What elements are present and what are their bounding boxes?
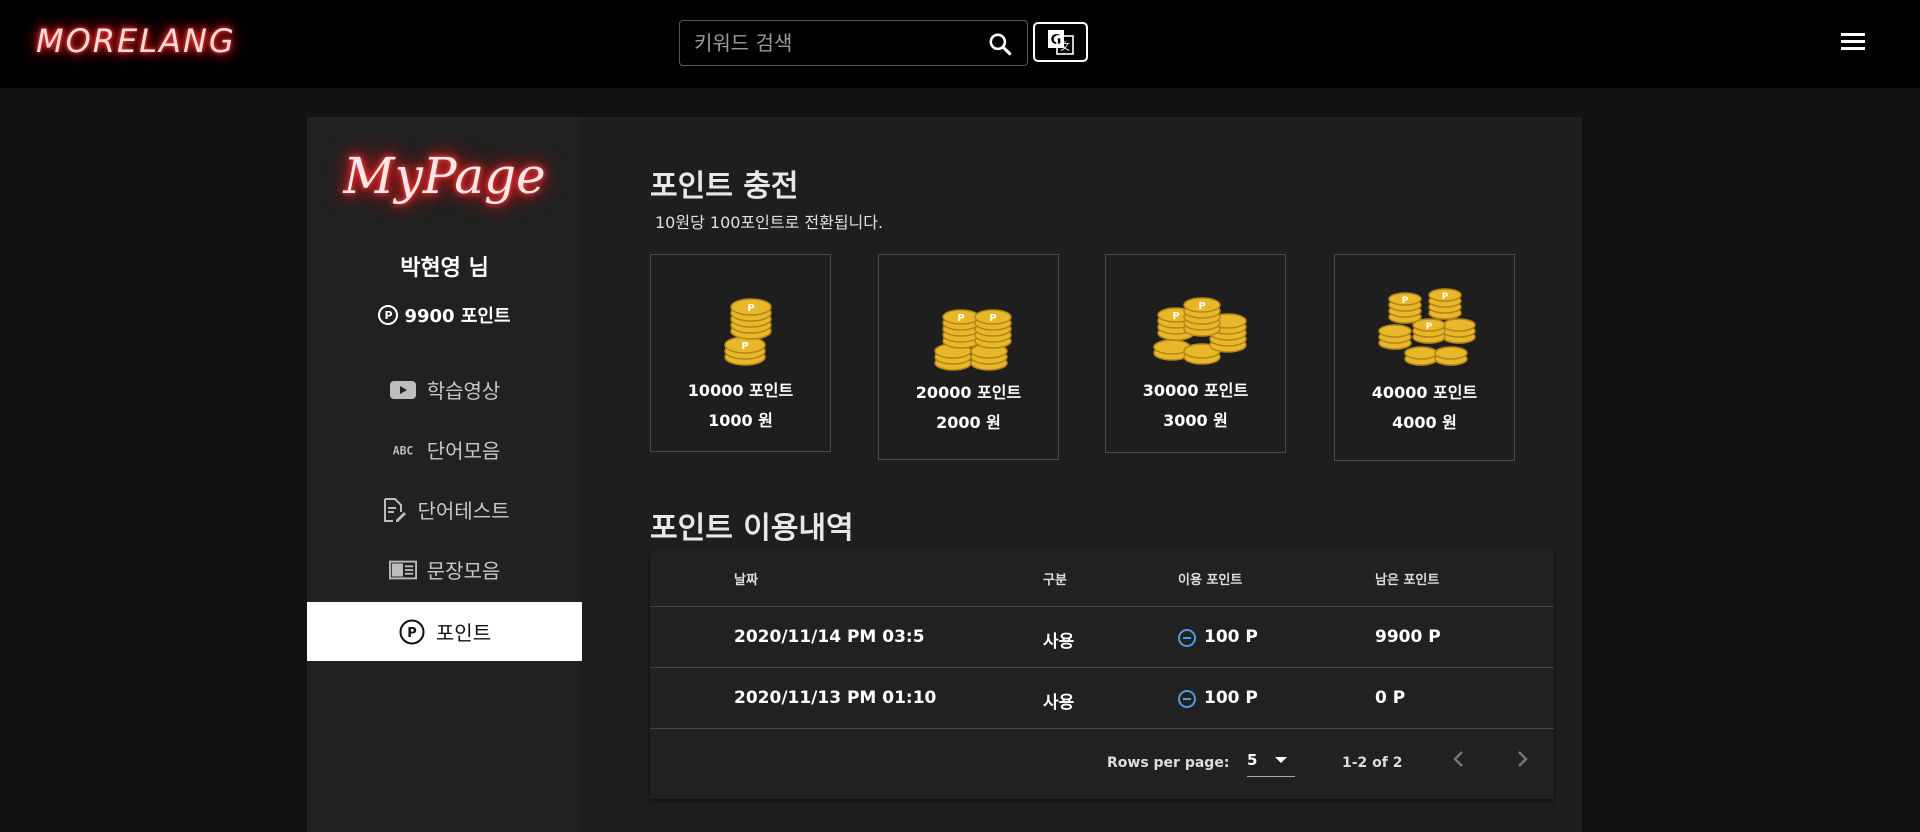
search-input[interactable] (694, 21, 974, 65)
svg-text:P: P (957, 313, 964, 324)
sidebar-item-label: 학습영상 (426, 379, 501, 403)
column-header-type[interactable]: 구분 (1043, 569, 1067, 588)
column-header-date[interactable]: 날짜 (734, 569, 758, 588)
table-header: 날짜 구분 이용 포인트 남은 포인트 (650, 549, 1554, 607)
sidebar-item-points[interactable]: P 포인트 (307, 602, 582, 661)
svg-text:P: P (747, 303, 754, 314)
row-remaining-points: 0 P (1375, 688, 1406, 708)
charge-card-points: 30000 포인트 (1142, 381, 1249, 400)
coin-stack-3-icon: P P (1152, 297, 1247, 365)
charge-card-price: 1000 원 (708, 411, 773, 430)
logo[interactable]: MORELANG (36, 22, 236, 60)
table-pagination: Rows per page: 5 1-2 of 2 (650, 729, 1554, 799)
svg-text:P: P (1441, 292, 1448, 302)
chevron-right-icon[interactable] (1510, 747, 1534, 771)
top-app-bar: MORELANG G 文 (0, 0, 1920, 88)
charge-card-30000[interactable]: P P 30000 포인트 3000 원 (1105, 254, 1286, 453)
minus-circle-icon (1178, 690, 1196, 708)
row-used-points: 100 P (1204, 688, 1258, 708)
svg-text:P: P (1172, 311, 1179, 322)
rows-per-page-label: Rows per page: (1107, 755, 1230, 771)
row-type: 사용 (1043, 693, 1075, 713)
sidebar-item-label: 단어모음 (426, 439, 501, 463)
charge-card-10000[interactable]: P P 10000 포인트 1000 원 (650, 254, 831, 452)
coin-stack-4-icon: P P P (1377, 288, 1476, 366)
caret-down-icon (1275, 757, 1287, 763)
chevron-left-icon[interactable] (1447, 747, 1471, 771)
sidebar: MyPage 박현영 님 P 9900 포인트 학습영상 ABC 단어모음 단어… (307, 117, 582, 832)
rows-per-page-select[interactable]: 5 (1247, 747, 1295, 777)
row-date: 2020/11/13 PM 01:10 (734, 688, 937, 708)
charge-card-price: 4000 원 (1392, 413, 1457, 432)
svg-text:P: P (1425, 322, 1432, 332)
svg-text:ABC: ABC (392, 443, 413, 457)
search-box[interactable] (679, 20, 1028, 66)
youtube-icon (389, 378, 417, 402)
search-icon[interactable] (987, 31, 1013, 57)
svg-text:P: P (1198, 301, 1205, 312)
column-header-used-points[interactable]: 이용 포인트 (1178, 569, 1242, 588)
charge-card-40000[interactable]: P P P 40000 포인트 4000 원 (1334, 254, 1515, 461)
coin-stack-1-icon: P P (723, 298, 772, 366)
user-points-value: 9900 포인트 (404, 306, 511, 327)
mypage-container: MyPage 박현영 님 P 9900 포인트 학습영상 ABC 단어모음 단어… (307, 117, 1582, 832)
sidebar-item-sentences[interactable]: 문장모음 (307, 540, 582, 599)
coin-stack-2-icon: P P (933, 309, 1012, 371)
sidebar-item-word-test[interactable]: 단어테스트 (307, 480, 582, 539)
svg-text:P: P (407, 626, 417, 641)
charge-subtitle: 10원당 100포인트로 전환됩니다. (655, 213, 884, 232)
user-points: P 9900 포인트 (307, 302, 582, 328)
column-header-remaining-points[interactable]: 남은 포인트 (1375, 569, 1439, 588)
row-used-points: 100 P (1204, 627, 1258, 647)
pagination-range: 1-2 of 2 (1342, 755, 1403, 771)
edit-document-icon (380, 497, 408, 522)
minus-circle-icon (1178, 629, 1196, 647)
table-row: 2020/11/13 PM 01:10 사용 100 P 0 P (650, 668, 1554, 729)
sidebar-item-videos[interactable]: 학습영상 (307, 360, 582, 419)
charge-card-points: 20000 포인트 (915, 383, 1022, 402)
points-history-table: 날짜 구분 이용 포인트 남은 포인트 2020/11/14 PM 03:5 사… (650, 549, 1554, 799)
svg-text:P: P (741, 341, 748, 352)
charge-card-20000[interactable]: P P 20000 포인트 2000 원 (878, 254, 1059, 460)
rows-per-page-value: 5 (1247, 751, 1258, 769)
points-icon: P (398, 619, 426, 644)
charge-card-price: 3000 원 (1163, 411, 1228, 430)
history-title: 포인트 이용내역 (650, 511, 854, 546)
charge-card-points: 10000 포인트 (687, 381, 794, 400)
hamburger-menu-icon[interactable] (1838, 28, 1868, 54)
row-date: 2020/11/14 PM 03:5 (734, 627, 925, 647)
sidebar-item-words[interactable]: ABC 단어모음 (307, 420, 582, 479)
translate-button[interactable]: G 文 (1033, 22, 1088, 62)
svg-text:P: P (1401, 296, 1408, 306)
svg-text:文: 文 (1060, 40, 1070, 53)
username: 박현영 님 (400, 256, 489, 281)
sidebar-item-label: 단어테스트 (417, 499, 510, 523)
sidebar-item-label: 포인트 (435, 621, 492, 645)
points-icon: P (378, 305, 399, 325)
sidebar-item-label: 문장모음 (426, 559, 501, 583)
abc-icon: ABC (389, 438, 417, 462)
translate-icon: G 文 (1047, 30, 1074, 55)
table-row: 2020/11/14 PM 03:5 사용 100 P 9900 P (650, 607, 1554, 668)
charge-title: 포인트 충전 (650, 169, 799, 204)
charge-card-price: 2000 원 (936, 413, 1001, 432)
svg-text:P: P (989, 313, 996, 324)
sidebar-title: MyPage (343, 147, 546, 205)
charge-card-points: 40000 포인트 (1371, 383, 1478, 402)
row-remaining-points: 9900 P (1375, 627, 1441, 647)
chrome-reader-icon (388, 558, 417, 582)
row-type: 사용 (1043, 632, 1075, 652)
